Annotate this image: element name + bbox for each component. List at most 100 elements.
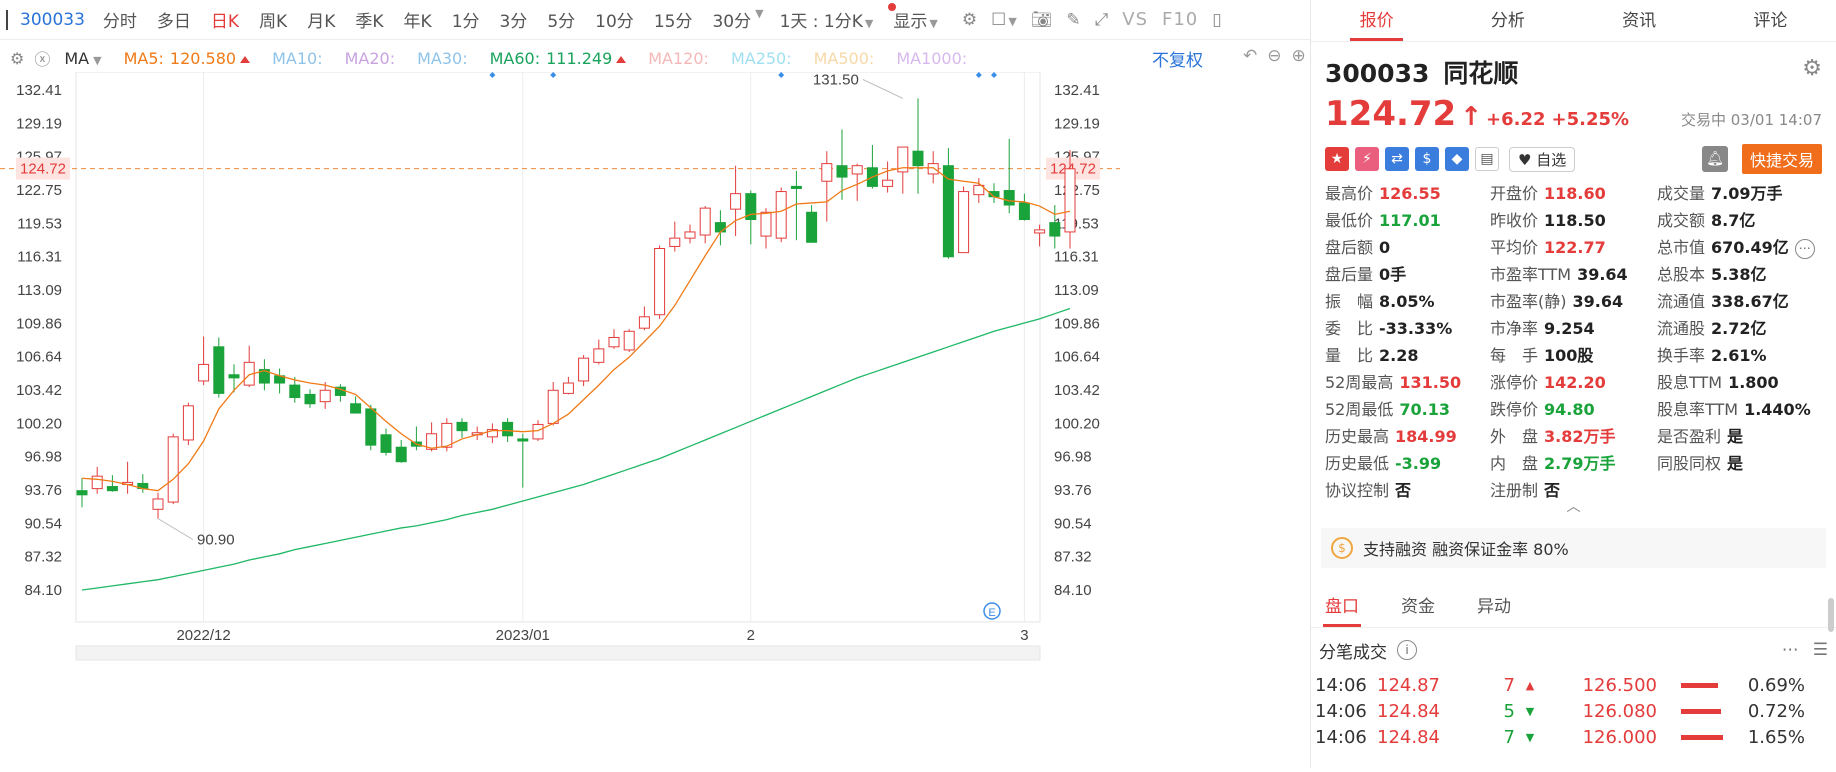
ma-legend-item[interactable]: MA30: — [417, 49, 468, 68]
quote-label: 52周最高 — [1325, 373, 1394, 392]
china-flag-icon[interactable]: ★ — [1325, 147, 1349, 171]
period-tab[interactable]: 多日 — [157, 7, 191, 32]
period-tab[interactable]: 周K — [259, 7, 287, 32]
period-tab[interactable]: 10分 — [595, 7, 634, 32]
triangle-down-icon: ▼ — [1525, 704, 1535, 718]
close-icon[interactable]: ⓧ — [34, 46, 50, 70]
zoom-in-icon[interactable]: ⊕ — [1292, 46, 1306, 66]
pen-icon[interactable]: ✎ — [1066, 10, 1080, 30]
note-icon[interactable]: ▤ — [1475, 147, 1499, 171]
candle-body — [851, 165, 863, 175]
ma-legend-item[interactable]: MA5: 120.580 — [124, 49, 251, 68]
ma-legend-item[interactable]: MA20: — [345, 49, 396, 68]
scrollbar[interactable] — [1828, 598, 1834, 632]
arrow-up-icon: ↑ — [1460, 102, 1482, 132]
quote-label: 市净率 — [1490, 319, 1539, 338]
quick-trade-button[interactable]: 快捷交易 — [1741, 144, 1822, 174]
panel-toggle-icon[interactable]: ▯ — [1212, 10, 1221, 30]
candle-body — [578, 357, 590, 382]
display-select[interactable]: 显示 ▼ — [893, 7, 937, 32]
volume-bar — [1681, 734, 1745, 740]
trade-row: 14:06 124.87 7 ▲ 126.500 0.69% — [1311, 672, 1836, 698]
quote-item: 股息率TTM 1.440% — [1657, 398, 1827, 421]
period-tab[interactable]: 1分 — [452, 7, 480, 32]
tab-1[interactable]: 分析 — [1442, 0, 1573, 41]
quote-value: 2.72亿 — [1711, 319, 1767, 338]
quote-label: 股息率TTM — [1657, 400, 1739, 419]
ma-select[interactable]: MA ▼ — [64, 49, 101, 68]
y-tick-label: 132.41 — [1054, 82, 1100, 99]
quote-item: 跌停价 94.80 — [1490, 398, 1657, 421]
candle-body — [1034, 229, 1046, 234]
shuffle-icon[interactable]: ⇄ — [1385, 147, 1409, 171]
ma-legend-item[interactable]: MA120: — [648, 49, 709, 68]
dollar-icon[interactable]: $ — [1415, 147, 1439, 171]
tab-2[interactable]: 资讯 — [1574, 0, 1705, 41]
tag-icon[interactable]: ◆ — [1445, 147, 1469, 171]
kline-chart[interactable]: 132.41 132.41 129.19 129.19 125.97 125.97 122.… — [0, 71, 1310, 768]
event-marker-icon — [991, 72, 997, 78]
period-tab[interactable]: 3分 — [500, 7, 528, 32]
ma-value: 111.249 — [546, 48, 613, 68]
panel-tab-1[interactable]: 资金 — [1401, 586, 1435, 627]
period-tab[interactable]: 30分 — [712, 7, 751, 32]
kline-svg[interactable]: 132.41 132.41129.19 129.19125.97 125.97122.… — [0, 71, 1310, 768]
info-icon[interactable]: i — [1397, 640, 1417, 660]
settings-icon[interactable]: ⚙ — [962, 10, 977, 30]
draw-box-icon[interactable]: ☐ ▼ — [991, 10, 1017, 30]
add-watchlist-button[interactable]: ♥ 自选 — [1509, 146, 1576, 172]
tab-0[interactable]: 报价 — [1311, 0, 1442, 41]
f10-button[interactable]: F10 — [1162, 9, 1198, 30]
chart-controls: ↶ ⊖ ⊕ — [1243, 46, 1306, 66]
event-marker-icon — [489, 72, 496, 78]
panel-tab-2[interactable]: 异动 — [1477, 586, 1511, 627]
camera-icon[interactable]: 📷︎ — [1031, 10, 1053, 30]
period-tab[interactable]: 季K — [355, 7, 383, 32]
ma-legend-item[interactable]: MA10: — [272, 49, 323, 68]
ma-label: MA120: — [648, 48, 709, 68]
adjust-select[interactable]: 不复权 — [1152, 46, 1203, 71]
candle-body — [106, 486, 118, 492]
gear-icon[interactable]: ⚙ — [10, 49, 24, 68]
period-tab[interactable]: 15分 — [654, 7, 693, 32]
flash-icon[interactable]: ⚡ — [1355, 147, 1379, 171]
candle-body — [167, 436, 179, 503]
panel-tab-0[interactable]: 盘口 — [1323, 586, 1361, 627]
chevron-up-icon[interactable]: ︿ — [1325, 500, 1822, 516]
quote-value: 100股 — [1544, 346, 1594, 365]
y-tick-label: 116.31 — [17, 249, 62, 266]
more-icon[interactable]: ⋯ — [1794, 238, 1815, 259]
ma-legend-item[interactable]: MA500: — [814, 49, 875, 68]
fullscreen-icon[interactable]: ⤢ — [1095, 10, 1109, 30]
tab-3[interactable]: 评论 — [1705, 0, 1836, 41]
list-icon[interactable]: ☰ — [1813, 640, 1828, 660]
undo-icon[interactable]: ↶ — [1243, 46, 1257, 66]
settings-icon[interactable]: ⚙ — [1802, 56, 1822, 81]
ma-legend-item[interactable]: MA60: 111.249 — [490, 49, 627, 68]
quote-value: 670.49亿 — [1711, 238, 1789, 257]
period-tab[interactable]: 月K — [307, 7, 335, 32]
interval-select[interactable]: 1天 : 1分K ▼ — [780, 7, 874, 32]
ma-label: MA10: — [272, 48, 323, 68]
period-tab[interactable]: 日K — [211, 7, 239, 32]
quote-label: 量 比 — [1325, 346, 1374, 365]
period-tab[interactable]: 分时 — [103, 7, 137, 32]
zoom-out-icon[interactable]: ⊖ — [1267, 46, 1281, 66]
bell-icon[interactable]: 🔔︎ — [1701, 146, 1728, 172]
more-icon[interactable]: ⋯ — [1782, 640, 1799, 660]
quote-item: 盘后额 0 — [1325, 236, 1490, 259]
period-tab[interactable]: 年K — [404, 7, 432, 32]
candle-body — [760, 211, 772, 237]
quote-item: 盘后量 0手 — [1325, 263, 1490, 286]
quote-item: 52周最高 131.50 — [1325, 371, 1490, 394]
ma-legend-item[interactable]: MA1000: — [896, 49, 967, 68]
y-tick-label: 122.75 — [16, 182, 62, 199]
trade-time: 14:06 — [1315, 674, 1367, 696]
chevron-down-icon[interactable]: ▼ — [755, 7, 763, 32]
vs-button[interactable]: VS — [1122, 9, 1148, 30]
candle-body — [547, 389, 559, 424]
period-tab[interactable]: 5分 — [547, 7, 575, 32]
stock-code-link[interactable]: 300033 — [20, 10, 85, 30]
ma-legend-item[interactable]: MA250: — [731, 49, 792, 68]
range-slider — [75, 645, 1041, 661]
